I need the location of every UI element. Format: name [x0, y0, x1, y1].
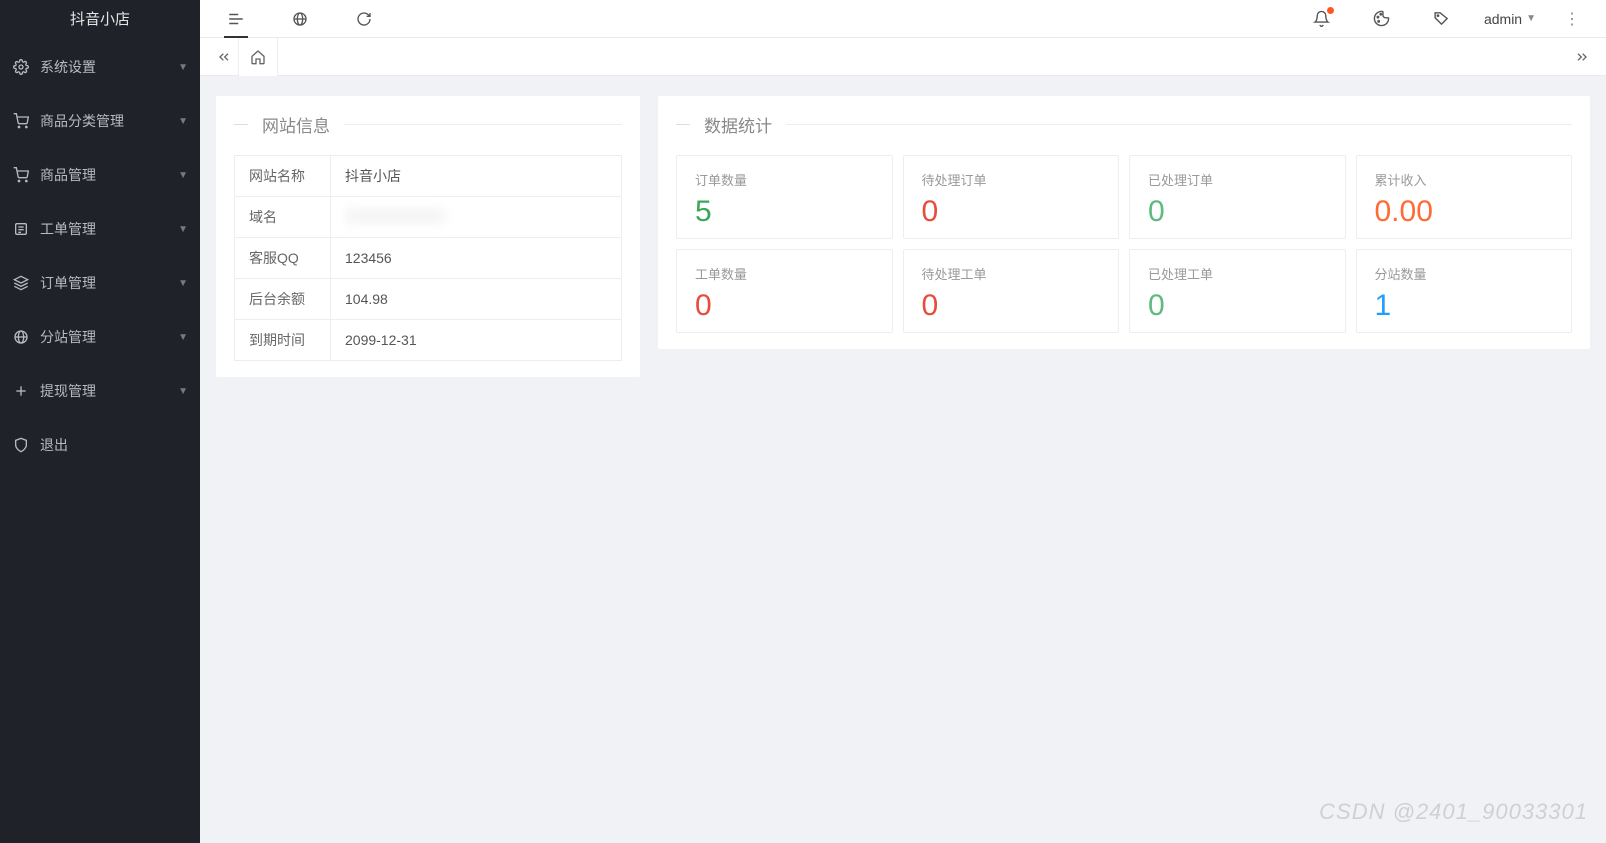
- chevron-down-icon: ▼: [178, 62, 188, 73]
- topbar: admin ▼ ⋮: [200, 0, 1606, 38]
- stat-value: 0: [922, 195, 1101, 228]
- info-label: 到期时间: [235, 320, 331, 361]
- stat-box-7: 分站数量 1: [1356, 249, 1573, 333]
- stat-box-0: 订单数量 5: [676, 155, 893, 239]
- stat-label: 工单数量: [695, 264, 874, 283]
- home-icon: [250, 49, 266, 65]
- sidebar-item-label: 商品管理: [40, 165, 178, 185]
- sidebar-item-label: 系统设置: [40, 57, 178, 77]
- stat-label: 累计收入: [1375, 170, 1554, 189]
- sidebar: 抖音小店 系统设置▼商品分类管理▼商品管理▼工单管理▼订单管理▼分站管理▼提现管…: [0, 0, 200, 843]
- plus-icon: [12, 382, 30, 400]
- table-row: 客服QQ123456: [235, 238, 622, 279]
- sidebar-item-3[interactable]: 工单管理▼: [0, 202, 200, 256]
- stats-grid: 订单数量5待处理订单0已处理订单0累计收入0.00工单数量0待处理工单0已处理工…: [676, 155, 1572, 333]
- site-info-card: 网站信息 网站名称抖音小店 域名 客服QQ123456 后台余额104.98 到…: [216, 96, 640, 377]
- refresh-icon[interactable]: [346, 1, 382, 37]
- blurred-domain: [345, 208, 445, 224]
- sidebar-item-4[interactable]: 订单管理▼: [0, 256, 200, 310]
- sidebar-item-7[interactable]: 退出: [0, 418, 200, 472]
- info-value: 2099-12-31: [331, 320, 622, 361]
- info-value: [331, 197, 622, 238]
- site-info-table: 网站名称抖音小店 域名 客服QQ123456 后台余额104.98 到期时间20…: [234, 155, 622, 361]
- sidebar-item-6[interactable]: 提现管理▼: [0, 364, 200, 418]
- stat-label: 分站数量: [1375, 264, 1554, 283]
- stat-label: 已处理工单: [1148, 264, 1327, 283]
- cart-icon: [12, 112, 30, 130]
- more-icon[interactable]: ⋮: [1560, 9, 1584, 29]
- table-row: 到期时间2099-12-31: [235, 320, 622, 361]
- bell-icon[interactable]: [1304, 1, 1340, 37]
- stat-value: 5: [695, 195, 874, 228]
- list-icon: [12, 220, 30, 238]
- info-value: 抖音小店: [331, 156, 622, 197]
- stat-value: 0: [695, 289, 874, 322]
- notification-dot: [1327, 7, 1334, 14]
- stat-label: 订单数量: [695, 170, 874, 189]
- stat-box-5: 待处理工单 0: [903, 249, 1120, 333]
- stat-value: 0.00: [1375, 195, 1554, 228]
- info-value: 123456: [331, 238, 622, 279]
- info-label: 后台余额: [235, 279, 331, 320]
- sidebar-item-label: 订单管理: [40, 273, 178, 293]
- sidebar-item-label: 商品分类管理: [40, 111, 178, 131]
- sidebar-title: 抖音小店: [0, 0, 200, 40]
- info-label: 客服QQ: [235, 238, 331, 279]
- stat-value: 0: [922, 289, 1101, 322]
- content-area: 网站信息 网站名称抖音小店 域名 客服QQ123456 后台余额104.98 到…: [200, 76, 1606, 397]
- table-row: 后台余额104.98: [235, 279, 622, 320]
- chevron-down-icon: ▼: [178, 278, 188, 289]
- layers-icon: [12, 274, 30, 292]
- menu-toggle-icon[interactable]: [218, 1, 254, 37]
- stat-box-6: 已处理工单 0: [1129, 249, 1346, 333]
- table-row: 域名: [235, 197, 622, 238]
- stat-value: 0: [1148, 195, 1327, 228]
- tabs-prev-icon[interactable]: [210, 43, 238, 71]
- stat-value: 0: [1148, 289, 1327, 322]
- chevron-down-icon: ▼: [178, 116, 188, 127]
- stat-label: 待处理工单: [922, 264, 1101, 283]
- tab-home[interactable]: [238, 38, 278, 76]
- chevron-down-icon: ▼: [178, 170, 188, 181]
- sidebar-item-label: 分站管理: [40, 327, 178, 347]
- tag-icon[interactable]: [1424, 1, 1460, 37]
- sidebar-item-label: 提现管理: [40, 381, 178, 401]
- stat-box-2: 已处理订单 0: [1129, 155, 1346, 239]
- chevron-down-icon: ▼: [1526, 13, 1536, 24]
- info-value: 104.98: [331, 279, 622, 320]
- chevron-down-icon: ▼: [178, 224, 188, 235]
- globe-icon[interactable]: [282, 1, 318, 37]
- sidebar-item-label: 退出: [40, 435, 188, 455]
- cart-icon: [12, 166, 30, 184]
- sidebar-item-1[interactable]: 商品分类管理▼: [0, 94, 200, 148]
- stat-value: 1: [1375, 289, 1554, 322]
- info-label: 网站名称: [235, 156, 331, 197]
- gear-icon: [12, 58, 30, 76]
- table-row: 网站名称抖音小店: [235, 156, 622, 197]
- sidebar-item-label: 工单管理: [40, 219, 178, 239]
- user-dropdown[interactable]: admin ▼: [1484, 11, 1536, 27]
- watermark: CSDN @2401_90033301: [1319, 799, 1588, 825]
- sidebar-item-5[interactable]: 分站管理▼: [0, 310, 200, 364]
- sidebar-item-0[interactable]: 系统设置▼: [0, 40, 200, 94]
- stats-card: 数据统计 订单数量5待处理订单0已处理订单0累计收入0.00工单数量0待处理工单…: [658, 96, 1590, 349]
- tabs-next-icon[interactable]: [1568, 43, 1596, 71]
- chevron-down-icon: ▼: [178, 386, 188, 397]
- stat-box-4: 工单数量 0: [676, 249, 893, 333]
- stat-box-1: 待处理订单 0: [903, 155, 1120, 239]
- main-area: admin ▼ ⋮ 网站信息 网站名称抖音小店 域名 客服QQ123456 后台…: [200, 0, 1606, 843]
- stat-label: 待处理订单: [922, 170, 1101, 189]
- shield-icon: [12, 436, 30, 454]
- user-name: admin: [1484, 11, 1522, 27]
- theme-icon[interactable]: [1364, 1, 1400, 37]
- tabbar: [200, 38, 1606, 76]
- stat-label: 已处理订单: [1148, 170, 1327, 189]
- stat-box-3: 累计收入 0.00: [1356, 155, 1573, 239]
- site-info-title: 网站信息: [234, 112, 622, 137]
- chevron-down-icon: ▼: [178, 332, 188, 343]
- info-label: 域名: [235, 197, 331, 238]
- globe-icon: [12, 328, 30, 346]
- stats-title: 数据统计: [676, 112, 1572, 137]
- sidebar-item-2[interactable]: 商品管理▼: [0, 148, 200, 202]
